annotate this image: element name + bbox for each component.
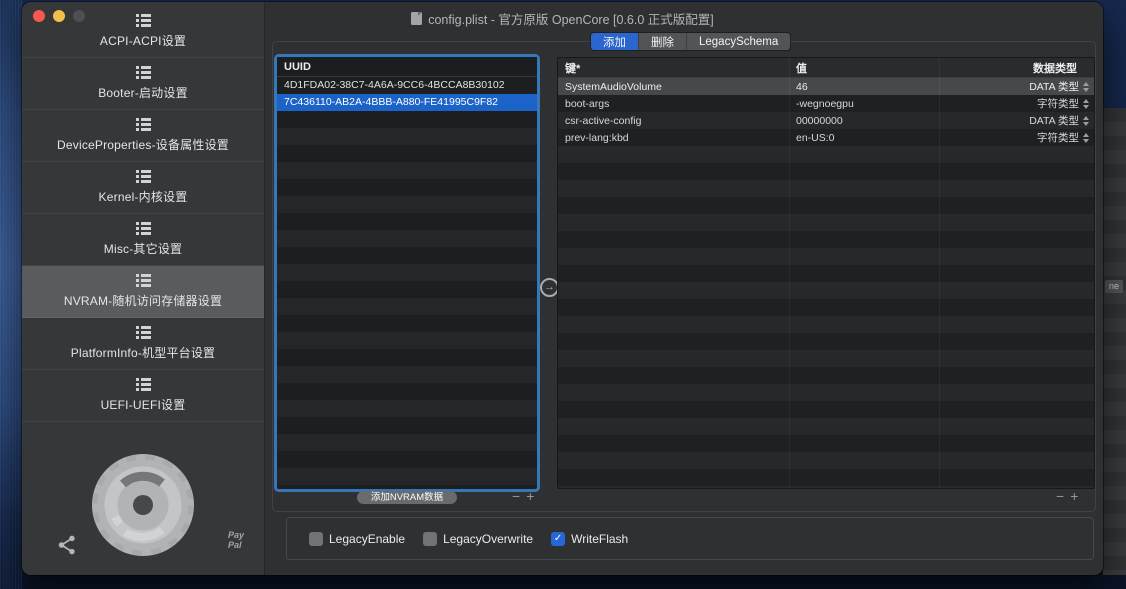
nvram-datatype-label: 字符类型 (1037, 98, 1079, 110)
tab-bar: 添加 删除 LegacySchema (591, 33, 791, 50)
sidebar-item-label: Kernel-内核设置 (98, 190, 188, 204)
nvram-key: csr-active-config (565, 114, 642, 127)
column-header-value[interactable]: 值 (789, 60, 939, 76)
desktop-wallpaper (0, 0, 22, 589)
nvram-key: SystemAudioVolume (565, 80, 662, 93)
minimize-button[interactable] (53, 10, 65, 22)
share-icon[interactable] (56, 534, 78, 561)
nvram-table: 键* 值 数据类型 SystemAudioVolume 46 DATA 类型 boot… (557, 57, 1095, 489)
updown-stepper-icon (1083, 115, 1089, 126)
uuid-row[interactable]: 4D1FDA02-38C7-4A6A-9CC6-4BCCA8B30102 (277, 77, 537, 94)
paypal-line2: Pal (227, 540, 242, 550)
sidebar-item-label: ACPI-ACPI设置 (99, 34, 187, 48)
checkbox-box (309, 531, 323, 546)
updown-stepper-icon (1083, 132, 1089, 143)
nvram-datatype-label: DATA 类型 (1029, 115, 1079, 127)
tab-1[interactable]: 删除 (639, 33, 687, 50)
updown-stepper-icon (1083, 98, 1089, 109)
sidebar-item-label: NVRAM-随机访问存储器设置 (63, 294, 223, 308)
checkbox-writeflash[interactable]: ✓ WriteFlash (551, 531, 629, 546)
nvram-row[interactable]: boot-args -wegnoegpu 字符类型 (558, 95, 1094, 112)
list-icon (135, 118, 151, 131)
legacy-options-box: LegacyEnable LegacyOverwrite ✓ WriteFlash (286, 517, 1094, 560)
checkbox-label: LegacyOverwrite (443, 531, 534, 546)
uuid-row-list: 4D1FDA02-38C7-4A6A-9CC6-4BCCA8B30102 7C43… (277, 77, 537, 111)
paypal-line1: Pay (227, 530, 244, 540)
nvram-row-list: SystemAudioVolume 46 DATA 类型 boot-args -wegn… (558, 78, 1094, 146)
checkbox-box: ✓ (551, 531, 566, 546)
remove-uuid-button[interactable]: − (512, 488, 520, 504)
column-divider (789, 58, 790, 488)
nvram-datatype-label: 字符类型 (1037, 132, 1079, 144)
zoom-button[interactable] (73, 10, 85, 22)
nvram-datatype-select[interactable]: 字符类型 (939, 130, 1094, 145)
sidebar-item-label: PlatformInfo-机型平台设置 (70, 346, 216, 360)
nvram-datatype-select[interactable]: DATA 类型 (939, 113, 1094, 128)
uuid-row[interactable]: 7C436110-AB2A-4BBB-A880-FE41995C9F82 (277, 94, 537, 111)
list-icon (135, 14, 151, 27)
sidebar-item-list: ACPI-ACPI设置 Booter-启动设置 DeviceProperties-设… (22, 6, 264, 422)
nvram-row[interactable]: prev-lang:kbd en-US:0 字符类型 (558, 129, 1094, 146)
list-icon (135, 274, 151, 287)
sidebar-item-7[interactable]: UEFI-UEFI设置 (22, 370, 264, 422)
column-header-key[interactable]: 键* (558, 60, 789, 76)
nvram-datatype-select[interactable]: DATA 类型 (939, 79, 1094, 94)
right-arrow-icon: → (544, 280, 555, 293)
uuid-column-header[interactable]: UUID (277, 57, 537, 77)
sidebar-item-3[interactable]: Kernel-内核设置 (22, 162, 264, 214)
checkbox-legacyoverwrite[interactable]: LegacyOverwrite (423, 531, 534, 546)
sidebar-item-1[interactable]: Booter-启动设置 (22, 58, 264, 110)
sidebar: ACPI-ACPI设置 Booter-启动设置 DeviceProperties-设… (22, 2, 265, 575)
app-window: config.plist - 官方原版 OpenCore [0.6.0 正式版配… (22, 2, 1103, 575)
add-nvram-data-button[interactable]: 添加NVRAM数据 (357, 491, 457, 504)
nvram-value: 00000000 (796, 114, 843, 127)
nvram-key: boot-args (565, 97, 610, 110)
tab-0[interactable]: 添加 (591, 33, 639, 50)
column-header-datatype[interactable]: 数据类型 (939, 60, 1094, 76)
uuid-list-stepper: − + (512, 488, 534, 504)
sidebar-item-6[interactable]: PlatformInfo-机型平台设置 (22, 318, 264, 370)
updown-stepper-icon (1083, 81, 1089, 92)
nvram-row[interactable]: csr-active-config 00000000 DATA 类型 (558, 112, 1094, 129)
main-area: 添加 删除 LegacySchema UUID 4D1FDA02-38C7-4A6A… (265, 2, 1103, 575)
list-icon (135, 222, 151, 235)
checkbox-label: LegacyEnable (329, 531, 406, 546)
paypal-logo[interactable]: Pay Pal (228, 530, 244, 550)
checkbox-legacyenable[interactable]: LegacyEnable (309, 531, 406, 546)
nvram-row[interactable]: SystemAudioVolume 46 DATA 类型 (558, 78, 1094, 95)
add-uuid-button[interactable]: + (526, 488, 534, 504)
sidebar-item-2[interactable]: DeviceProperties-设备属性设置 (22, 110, 264, 162)
list-icon (135, 326, 151, 339)
list-icon (135, 378, 151, 391)
uuid-panel: UUID 4D1FDA02-38C7-4A6A-9CC6-4BCCA8B3010… (277, 57, 537, 489)
add-entry-button[interactable]: + (1070, 488, 1078, 504)
background-window-label: ne (1105, 280, 1124, 293)
sidebar-item-label: Booter-启动设置 (98, 86, 188, 100)
nvram-table-header: 键* 值 数据类型 (558, 58, 1094, 78)
close-button[interactable] (33, 10, 45, 22)
nvram-datatype-select[interactable]: 字符类型 (939, 96, 1094, 111)
nvram-datatype-label: DATA 类型 (1029, 81, 1079, 93)
checkbox-label: WriteFlash (571, 531, 629, 546)
nvram-value: 46 (796, 80, 808, 93)
opencore-logo (90, 452, 196, 563)
sidebar-item-4[interactable]: Misc-其它设置 (22, 214, 264, 266)
nvram-value: en-US:0 (796, 131, 835, 144)
nvram-list-stepper: − + (1056, 488, 1078, 504)
list-icon (135, 66, 151, 79)
nvram-value: -wegnoegpu (796, 97, 854, 110)
list-icon (135, 170, 151, 183)
nvram-key: prev-lang:kbd (565, 131, 629, 144)
remove-entry-button[interactable]: − (1056, 488, 1064, 504)
tab-2[interactable]: LegacySchema (687, 33, 790, 50)
sidebar-item-5[interactable]: NVRAM-随机访问存储器设置 (22, 266, 264, 318)
column-divider (939, 58, 940, 488)
sidebar-item-label: UEFI-UEFI设置 (100, 398, 186, 412)
checkbox-box (423, 531, 438, 546)
background-window: ne (1102, 108, 1126, 575)
sidebar-item-label: DeviceProperties-设备属性设置 (57, 138, 229, 152)
traffic-lights (33, 10, 85, 22)
sidebar-item-label: Misc-其它设置 (103, 242, 183, 256)
